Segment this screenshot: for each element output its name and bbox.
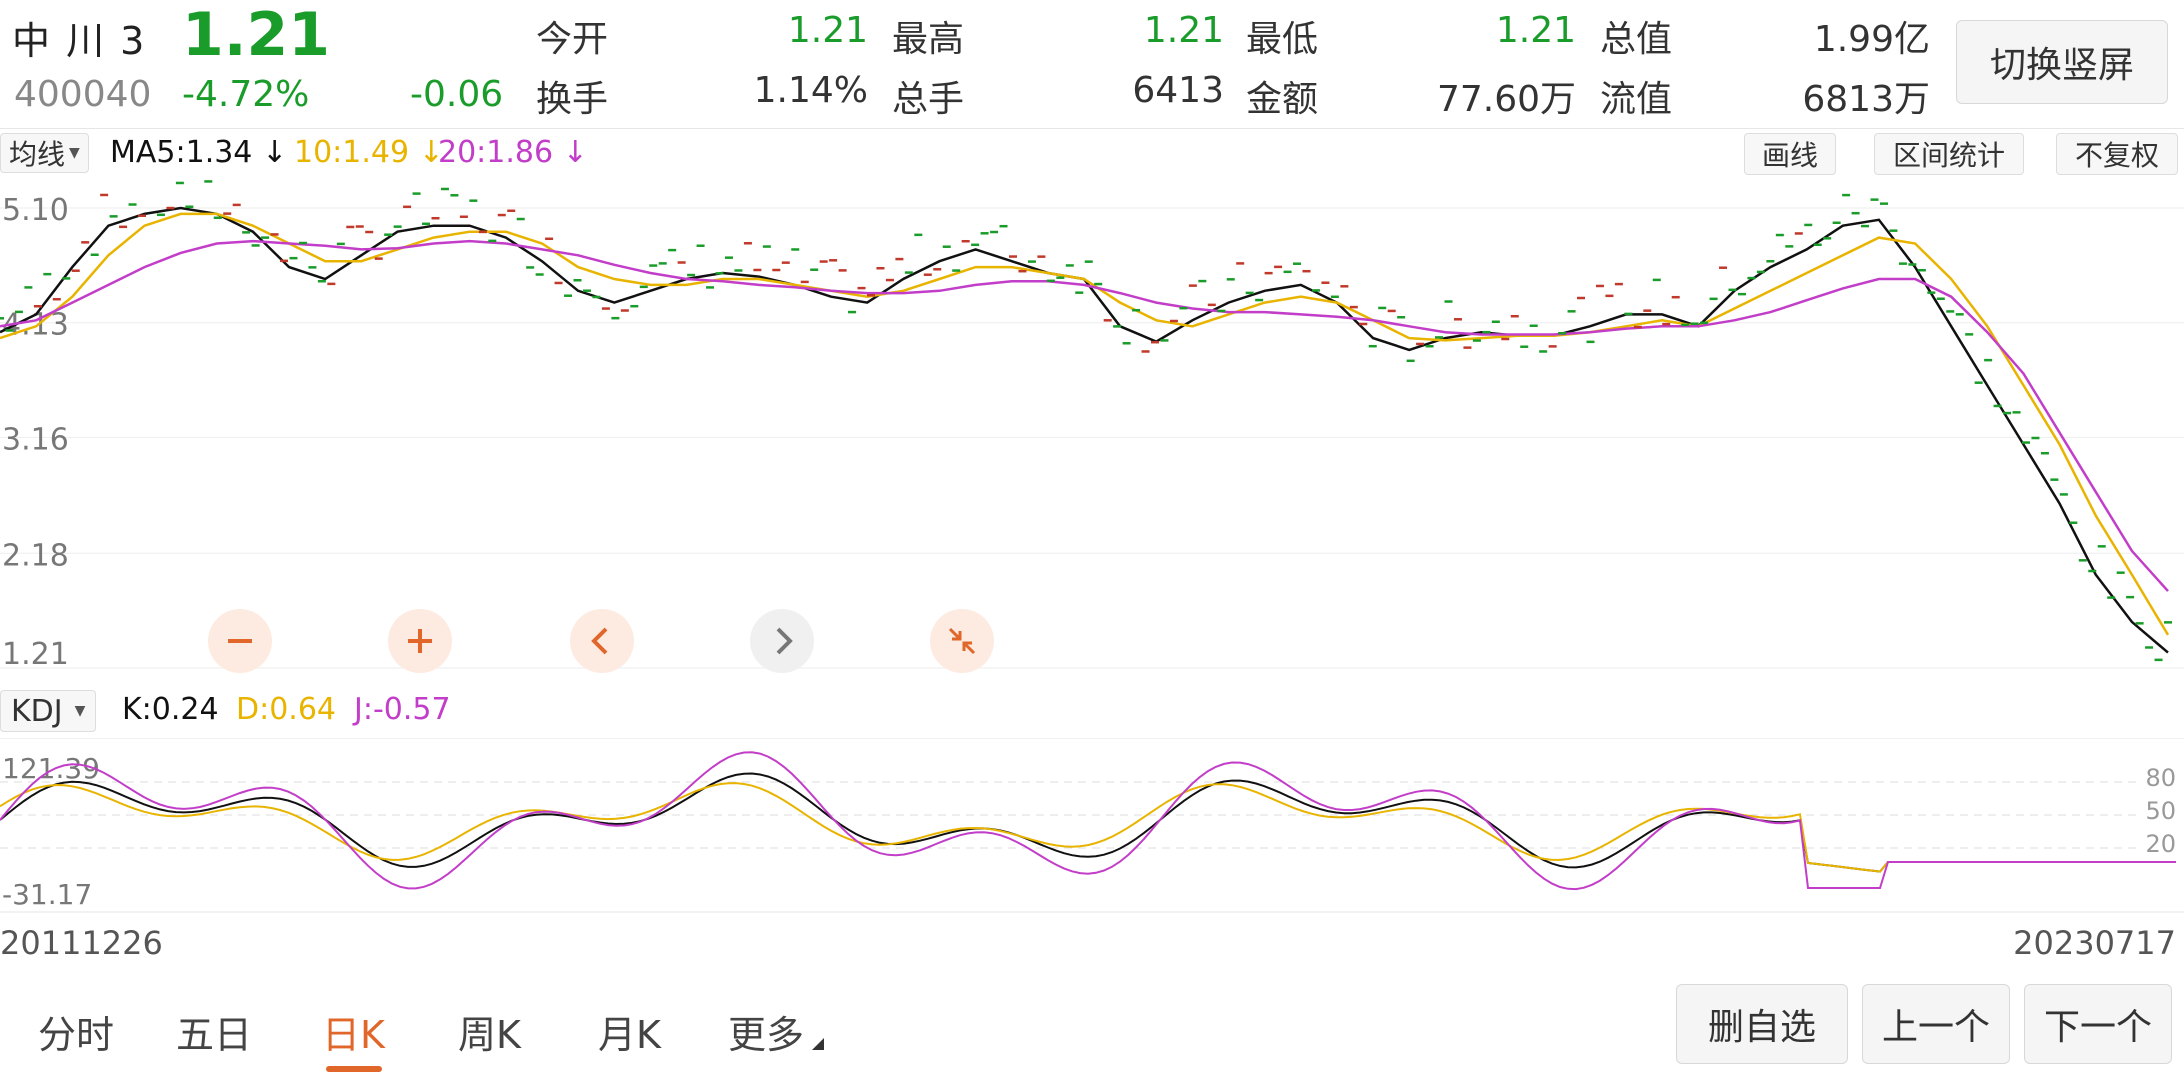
tab-more[interactable]: 更多: [728, 1004, 804, 1059]
market-cap-label: 总值: [1600, 19, 1673, 60]
ma5-value: MA5:1.34: [110, 135, 253, 170]
start-date: 20111226: [0, 924, 163, 962]
ma-select-label: 均线: [9, 138, 66, 171]
y-tick-label: 3.16: [2, 422, 69, 457]
range-stats-button[interactable]: 区间统计: [1874, 133, 2024, 175]
float-cap-value: 6813万: [1802, 79, 1930, 120]
kdj-line-k: [0, 772, 2176, 873]
scroll-left-button[interactable]: [570, 609, 634, 673]
kline-dashes: [0, 180, 2172, 662]
y-axis-ticks: 5.104.133.162.181.21: [2, 193, 69, 672]
draw-line-button[interactable]: 画线: [1744, 133, 1836, 175]
open-value: 1.21: [787, 10, 868, 51]
kdj-level-80: 80: [2145, 764, 2176, 792]
series-line-ma5: [0, 206, 2169, 654]
high-label: 最高: [892, 19, 965, 60]
active-tab-indicator: [326, 1066, 382, 1072]
turnover-label: 换手: [536, 79, 609, 120]
shrink-button[interactable]: [930, 609, 994, 673]
kdj-j-value: J:-0.57: [354, 692, 451, 727]
ma10-value: 10:1.49: [294, 135, 410, 170]
next-stock-button[interactable]: 下一个: [2024, 984, 2172, 1064]
previous-stock-button[interactable]: 上一个: [1862, 984, 2010, 1064]
kdj-k-value: K:0.24: [122, 692, 219, 727]
ma20-value: 20:1.86: [438, 135, 554, 170]
plus-icon: [408, 629, 432, 653]
y-tick-label: 5.10: [2, 193, 69, 228]
tab-monthly-k[interactable]: 月K: [598, 1004, 661, 1059]
tab-daily-k[interactable]: 日K: [322, 1004, 385, 1059]
down-arrow-icon: ↓: [562, 135, 588, 170]
tab-intraday[interactable]: 分时: [38, 1004, 114, 1059]
stock-price: 1.21: [182, 0, 331, 70]
chevron-right-icon: [776, 627, 793, 655]
y-tick-label: 2.18: [2, 538, 69, 573]
minus-icon: [228, 639, 252, 643]
volume-label: 总手: [892, 79, 965, 120]
kdj-chart[interactable]: 121.39 -31.17 80 50 20: [0, 738, 2184, 914]
period-tabs: 分时 五日 日K 周K 月K 更多: [0, 990, 1000, 1080]
stock-name: 中 川 3: [12, 19, 147, 63]
change-percent: -4.72%: [182, 74, 310, 115]
chevron-down-icon: ▼: [74, 703, 86, 719]
open-label: 今开: [536, 19, 609, 60]
change-amount: -0.06: [410, 74, 504, 115]
chevron-left-icon: [591, 627, 608, 655]
ma-select[interactable]: 均线 ▼: [0, 133, 89, 173]
end-date: 20230717: [2013, 924, 2176, 962]
ma20-readout: 20:1.86 ↓: [438, 135, 588, 170]
ma10-readout: 10:1.49 ↓: [294, 135, 444, 170]
y-tick-label: 1.21: [2, 637, 69, 672]
remove-watchlist-button[interactable]: 删自选: [1676, 984, 1848, 1064]
zoom-in-button[interactable]: [388, 609, 452, 673]
chevron-down-icon: ▼: [69, 145, 80, 161]
tab-weekly-k[interactable]: 周K: [458, 1004, 521, 1059]
ma-toolbar: 均线 ▼ MA5:1.34 ↓ 10:1.49 ↓ 20:1.86 ↓ 画线 区…: [0, 128, 2184, 178]
kdj-level-50: 50: [2145, 797, 2176, 825]
stock-code: 400040: [14, 74, 152, 115]
turnover-value: 1.14%: [753, 70, 868, 111]
ma-series: [0, 206, 2170, 654]
adjust-select-button[interactable]: 不复权: [2056, 133, 2178, 175]
tab-five-day[interactable]: 五日: [176, 1004, 252, 1059]
kdj-line-d: [0, 782, 2176, 873]
low-value: 1.21: [1495, 10, 1576, 51]
volume-value: 6413: [1132, 70, 1224, 111]
kdj-toolbar: KDJ ▼ K:0.24 D:0.64 J:-0.57: [0, 686, 2184, 736]
series-line-10: [0, 212, 2170, 636]
scroll-right-button[interactable]: [750, 609, 814, 673]
switch-portrait-button[interactable]: 切换竖屏: [1956, 20, 2168, 104]
kdj-series: [0, 751, 2176, 891]
amount-label: 金额: [1246, 79, 1319, 120]
collapse-icon: [948, 627, 976, 655]
kdj-y-max: 121.39: [2, 752, 100, 785]
amount-value: 77.60万: [1436, 79, 1576, 120]
indicator-select[interactable]: KDJ ▼: [0, 690, 97, 732]
float-cap-label: 流值: [1600, 79, 1673, 120]
high-value: 1.21: [1143, 10, 1224, 51]
down-arrow-icon: ↓: [261, 135, 288, 170]
series-line-20: [0, 239, 2169, 592]
more-caret-icon: [812, 1038, 824, 1050]
quote-header: 中 川 3 1.21 400040 -4.72% -0.06 今开 1.21 最…: [0, 0, 2184, 125]
zoom-out-button[interactable]: [208, 609, 272, 673]
low-label: 最低: [1246, 19, 1319, 60]
kdj-y-min: -31.17: [2, 878, 92, 911]
market-cap-value: 1.99亿: [1813, 19, 1930, 60]
kdj-level-20: 20: [2145, 830, 2176, 858]
ma5-readout: MA5:1.34 ↓: [110, 135, 287, 170]
indicator-label: KDJ: [11, 693, 63, 729]
kline-chart[interactable]: 5.104.133.162.181.21: [0, 180, 2184, 680]
kdj-d-value: D:0.64: [236, 692, 337, 727]
